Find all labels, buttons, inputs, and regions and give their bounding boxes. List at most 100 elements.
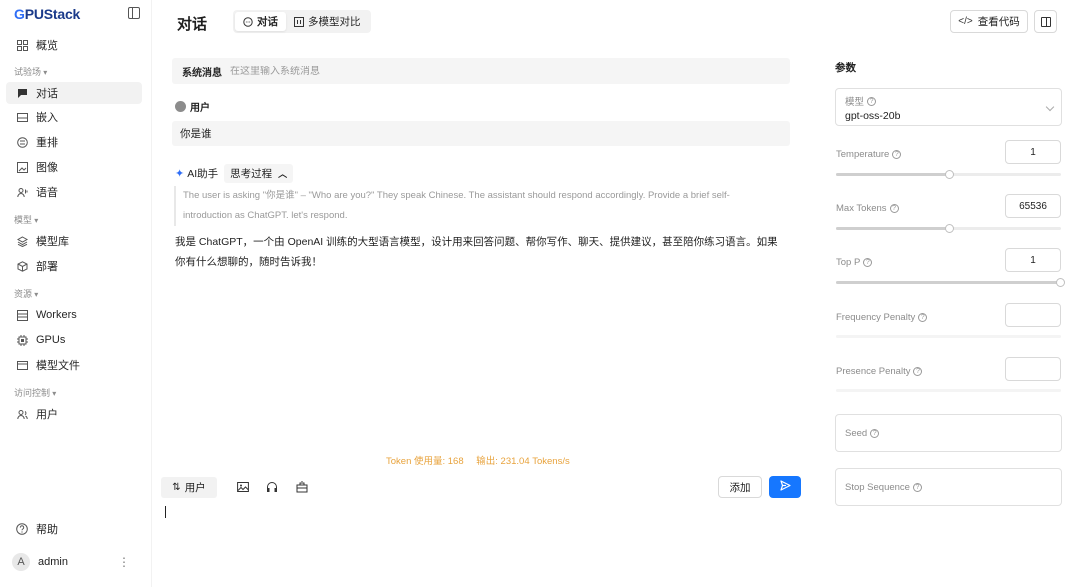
nav-group-models[interactable]: 模型 (14, 213, 38, 226)
sidebar-item-deploy[interactable]: 部署 (6, 255, 142, 277)
grid-icon (16, 39, 28, 51)
slider-handle[interactable] (1056, 278, 1065, 287)
model-select[interactable]: 模型? gpt-oss-20b (835, 88, 1062, 126)
sidebar-collapse-icon[interactable] (128, 7, 140, 19)
tab-label: 对话 (257, 16, 278, 28)
presence-penalty-slider[interactable] (836, 389, 1061, 392)
sidebar-item-label: 用户 (36, 409, 58, 421)
sidebar-item-gpus[interactable]: GPUs (6, 329, 142, 351)
system-message-input[interactable] (230, 65, 750, 77)
mode-tabs: 对话 多模型对比 (233, 10, 371, 33)
temperature-label: Temperature? (836, 149, 902, 160)
help-icon: ? (867, 96, 877, 106)
sidebar-item-label: 对话 (36, 88, 58, 100)
system-message: 系统消息 (172, 58, 790, 84)
help-icon: ? (870, 428, 880, 438)
add-message-button[interactable]: 添加 (718, 476, 762, 498)
sidebar-item-label: 模型文件 (36, 360, 80, 372)
sidebar-item-chat[interactable]: 对话 (6, 82, 142, 104)
cube-icon (16, 260, 28, 272)
nav-group-access-control[interactable]: 访问控制 (14, 386, 56, 399)
user-avatar-icon (175, 101, 186, 112)
sidebar-item-workers[interactable]: Workers (6, 304, 142, 326)
thinking-content: The user is asking "你是谁" – "Who are you?… (174, 186, 774, 226)
sidebar-item-label: 语音 (36, 187, 58, 199)
image-icon (16, 161, 28, 173)
user-name: admin (38, 556, 68, 568)
sidebar-item-voice[interactable]: 语音 (6, 181, 142, 203)
sidebar-item-model-catalog[interactable]: 模型库 (6, 230, 142, 252)
max-tokens-input[interactable]: 65536 (1005, 194, 1061, 218)
temperature-input[interactable]: 1 (1005, 140, 1061, 164)
help-icon: ? (918, 313, 928, 322)
message-input-caret[interactable] (165, 506, 166, 518)
seed-label: Seed (845, 427, 868, 439)
tab-multi-model-compare[interactable]: 多模型对比 (286, 12, 369, 31)
panel-icon (1040, 16, 1051, 27)
temperature-slider[interactable] (836, 170, 1061, 179)
sidebar-item-label: 概览 (36, 40, 58, 52)
help-icon: ? (889, 204, 899, 213)
help-icon: ? (912, 482, 922, 492)
help-link[interactable]: 帮助 (16, 521, 58, 537)
gpustack-logo[interactable]: GPUStack (14, 6, 80, 22)
system-message-label: 系统消息 (182, 67, 222, 79)
sidebar-item-overview[interactable]: 概览 (6, 34, 142, 56)
sidebar-item-label: 嵌入 (36, 112, 58, 124)
sidebar-item-label: 图像 (36, 162, 58, 174)
slider-handle[interactable] (944, 170, 954, 179)
sidebar-item-users[interactable]: 用户 (6, 403, 142, 425)
help-icon: ? (913, 367, 923, 376)
more-icon[interactable]: ⋮ (118, 555, 130, 569)
embed-icon (16, 111, 28, 123)
tab-label: 多模型对比 (308, 16, 361, 28)
role-switch-label: 用户 (184, 482, 206, 494)
assistant-role-label: AI助手 (187, 168, 219, 180)
max-tokens-slider[interactable] (836, 224, 1061, 233)
audio-headphones-icon[interactable] (265, 480, 279, 494)
sidebar-item-image[interactable]: 图像 (6, 156, 142, 178)
role-switch-button[interactable]: ⇅ 用户 (161, 477, 217, 498)
user-menu[interactable]: A admin ⋮ (12, 553, 130, 571)
sidebar-item-label: 重排 (36, 137, 58, 149)
sidebar-item-rerank[interactable]: 重排 (6, 131, 142, 153)
file-icon (16, 359, 28, 371)
params-title: 参数 (835, 62, 856, 74)
voice-icon (16, 186, 28, 198)
top-p-input[interactable]: 1 (1005, 248, 1061, 272)
view-code-label: 查看代码 (977, 16, 1020, 28)
slider-handle[interactable] (944, 224, 954, 233)
top-p-slider[interactable] (836, 278, 1065, 287)
image-upload-icon[interactable] (236, 480, 250, 494)
sidebar-item-embed[interactable]: 嵌入 (6, 106, 142, 128)
help-icon: ? (892, 150, 902, 159)
model-label: 模型? (845, 94, 1052, 108)
avatar: A (12, 553, 30, 571)
frequency-penalty-label: Frequency Penalty? (836, 312, 928, 323)
nav-group-playground[interactable]: 试验场 (14, 65, 47, 78)
max-tokens-label: Max Tokens? (836, 203, 899, 214)
toolbox-icon[interactable] (295, 480, 309, 494)
panel-toggle-button[interactable] (1034, 10, 1057, 33)
tab-chat[interactable]: 对话 (235, 12, 286, 31)
rerank-icon (16, 136, 28, 148)
stop-sequence-input[interactable]: Stop Sequence? (835, 468, 1062, 506)
sidebar-item-model-files[interactable]: 模型文件 (6, 354, 142, 376)
frequency-penalty-slider[interactable] (836, 335, 1061, 338)
chat-icon (16, 87, 28, 99)
seed-input[interactable]: Seed? (835, 414, 1062, 452)
thinking-toggle-button[interactable]: 思考过程 ︿ (224, 164, 294, 183)
presence-penalty-input[interactable] (1005, 357, 1061, 381)
nav-group-resources[interactable]: 资源 (14, 287, 38, 300)
user-message[interactable]: 你是谁 (172, 121, 790, 146)
code-icon: </> (958, 16, 973, 27)
send-button[interactable] (769, 476, 801, 498)
frequency-penalty-input[interactable] (1005, 303, 1061, 327)
output-speed: 输出: 231.04 Tokens/s (476, 456, 570, 467)
assistant-role-row: ✦ AI助手 思考过程 ︿ (175, 164, 294, 183)
view-code-button[interactable]: </> 查看代码 (950, 10, 1028, 33)
chevron-up-icon: ︿ (278, 169, 288, 179)
layers-icon (16, 235, 28, 247)
list-icon (16, 309, 28, 321)
help-icon: ? (863, 258, 873, 267)
